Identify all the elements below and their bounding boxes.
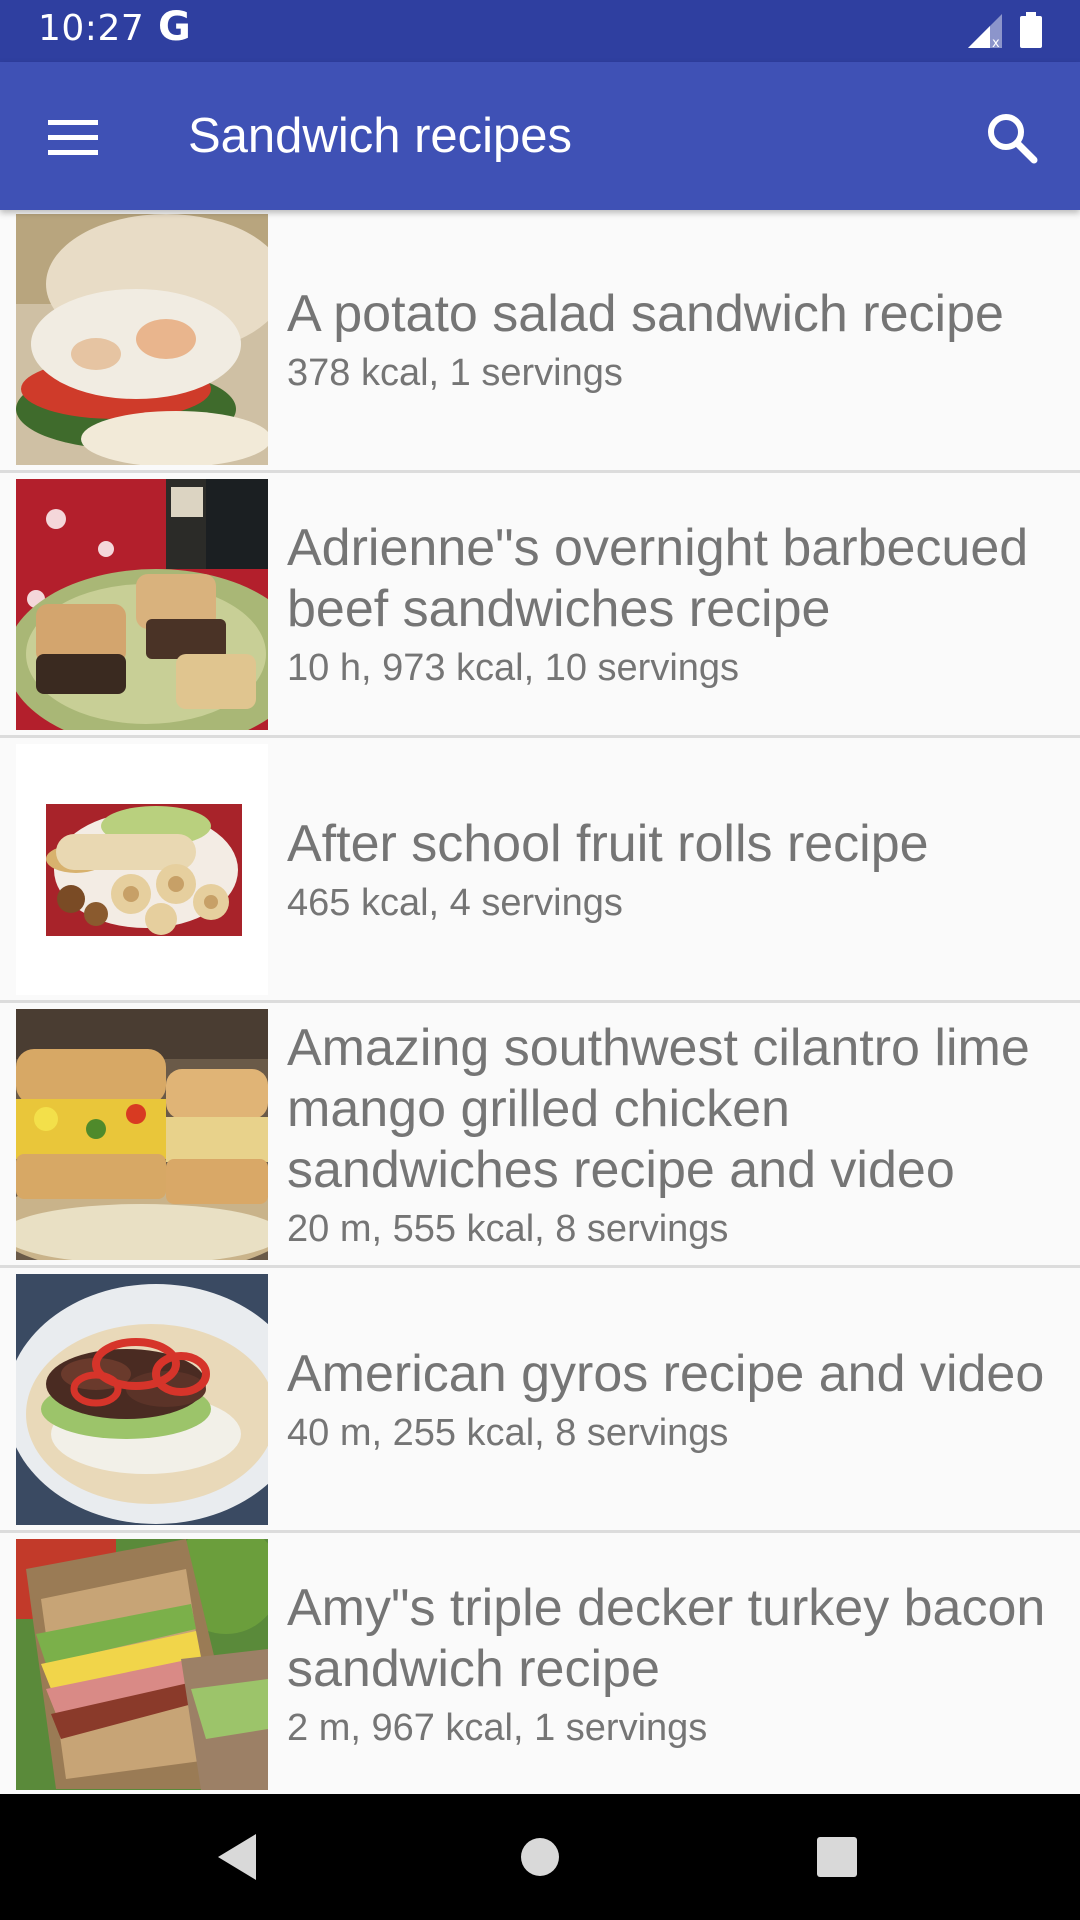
recipe-thumbnail [16, 744, 268, 995]
app-bar: Sandwich recipes [0, 62, 1080, 210]
battery-icon [1020, 12, 1042, 52]
recipe-thumbnail [16, 1539, 268, 1790]
home-button[interactable] [507, 1824, 573, 1890]
recipe-meta: 20 m, 555 kcal, 8 servings [287, 1207, 729, 1250]
recipe-thumbnail [16, 1009, 268, 1260]
menu-button[interactable] [34, 104, 110, 168]
search-button[interactable] [980, 106, 1044, 170]
recipe-list[interactable]: A potato salad sandwich recipe 378 kcal,… [0, 210, 1080, 1794]
recipe-title: Adrienne"s overnight barbecued beef sand… [287, 519, 1029, 638]
svg-text:x: x [992, 36, 1000, 48]
recipe-meta: 2 m, 967 kcal, 1 servings [287, 1707, 708, 1749]
home-icon [521, 1838, 559, 1876]
status-time: 10:27 [38, 8, 145, 49]
list-item[interactable]: Amy"s triple decker turkey bacon sandwic… [0, 1535, 1080, 1794]
back-button[interactable] [204, 1824, 270, 1890]
menu-icon [48, 120, 98, 155]
page-title: Sandwich recipes [188, 109, 573, 163]
recipe-thumbnail [16, 214, 268, 465]
signal-icon: x [968, 14, 1004, 52]
recipe-title: American gyros recipe and video [287, 1344, 1045, 1403]
recipe-meta: 40 m, 255 kcal, 8 servings [287, 1411, 729, 1454]
list-item[interactable]: Amazing southwest cilantro lime mango gr… [0, 1005, 1080, 1268]
recipe-title: Amazing southwest cilantro lime mango gr… [287, 1018, 1030, 1199]
recipe-meta: 378 kcal, 1 servings [287, 351, 623, 394]
back-icon [218, 1834, 256, 1880]
recipe-thumbnail [16, 1274, 268, 1525]
google-indicator: G [158, 4, 191, 50]
recents-icon [817, 1837, 857, 1877]
recipe-meta: 10 h, 973 kcal, 10 servings [287, 647, 740, 689]
recipe-meta: 465 kcal, 4 servings [287, 881, 623, 924]
recipe-title: A potato salad sandwich recipe [287, 284, 1004, 343]
navigation-bar [0, 1794, 1080, 1920]
recipe-title: Amy"s triple decker turkey bacon sandwic… [287, 1579, 1046, 1698]
recipe-thumbnail [16, 479, 268, 730]
list-item[interactable]: Adrienne"s overnight barbecued beef sand… [0, 475, 1080, 738]
status-bar: 10:27 G x [0, 0, 1080, 62]
list-item[interactable]: American gyros recipe and video 40 m, 25… [0, 1270, 1080, 1533]
search-icon [988, 114, 1038, 164]
list-item[interactable]: A potato salad sandwich recipe 378 kcal,… [0, 210, 1080, 473]
list-item[interactable]: After school fruit rolls recipe 465 kcal… [0, 740, 1080, 1003]
recents-button[interactable] [804, 1824, 870, 1890]
recipe-title: After school fruit rolls recipe [287, 814, 929, 873]
